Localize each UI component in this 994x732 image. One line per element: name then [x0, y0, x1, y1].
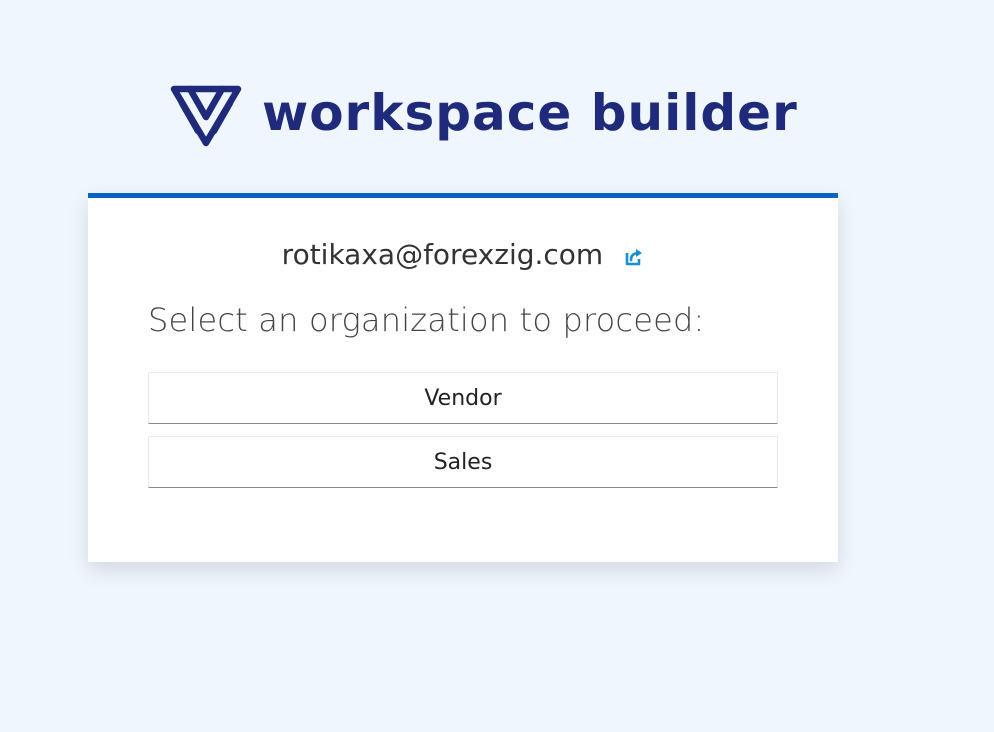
organization-button-vendor[interactable]: Vendor — [148, 372, 778, 424]
brand-name: workspace builder — [262, 84, 798, 142]
account-row: rotikaxa@forexzig.com — [88, 238, 838, 271]
account-email: rotikaxa@forexzig.com — [281, 238, 604, 271]
external-link-icon[interactable] — [624, 247, 644, 267]
organization-select-card: rotikaxa@forexzig.com Select an organiza… — [88, 193, 838, 562]
brand-logo: workspace builder — [168, 80, 798, 150]
workspace-builder-logo-icon — [170, 85, 242, 147]
organization-list: Vendor Sales — [148, 372, 778, 500]
organization-prompt: Select an organization to proceed: — [148, 301, 705, 339]
organization-button-sales[interactable]: Sales — [148, 436, 778, 488]
